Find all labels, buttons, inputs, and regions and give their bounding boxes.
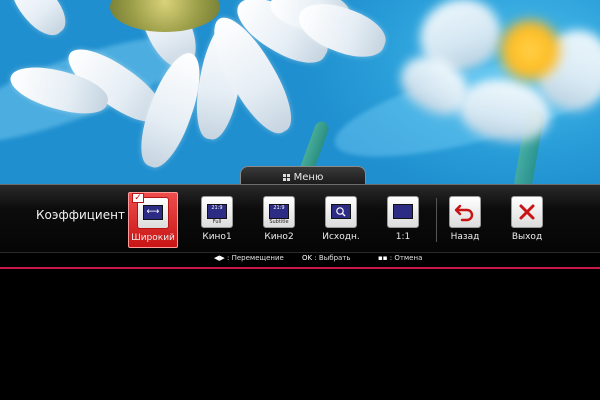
close-x-icon [519,204,535,220]
wallpaper-background [0,0,600,186]
cinema1-aspect-icon: 21:9 [207,204,227,219]
divider [436,198,437,242]
aspect-cinema2-label: Кино2 [264,232,294,242]
aspect-wide-label: Широкий [131,233,175,243]
hint-navigate-text: : Перемещение [227,254,284,262]
aspect-cinema1-button[interactable]: 21:9 Full Кино1 [192,192,242,248]
aspect-cinema2-button[interactable]: 21:9 Subtitle Кино2 [254,192,304,248]
hint-cancel: ▪▪ : Отмена [378,254,422,262]
back-button[interactable]: Назад [440,192,490,248]
exit-button[interactable]: Выход [502,192,552,248]
wide-aspect-icon: ⟷ [143,205,163,220]
original-zoom-icon [331,204,351,219]
hint-select-text: : Выбрать [314,254,351,262]
hint-select: OK : Выбрать [302,254,351,262]
back-arrow-icon [454,204,474,222]
ok-key-label: OK [302,254,313,262]
hint-navigate: ◀▶ : Перемещение [214,254,284,262]
menu-grid-icon [282,173,290,181]
aspect-one-to-one-label: 1:1 [395,232,411,242]
exit-label: Выход [511,232,543,242]
cinema1-ratio-text: 21:9 [211,205,223,211]
back-label: Назад [450,232,480,242]
arrows-icon: ◀▶ [214,254,225,262]
cinema2-ratio-text: 21:9 [273,205,285,211]
aspect-original-button[interactable]: Исходн. [316,192,366,248]
hints-bar [0,252,600,269]
cinema1-sub-text: Full [212,219,222,225]
aspect-cinema1-label: Кино1 [202,232,232,242]
hint-cancel-text: : Отмена [389,254,423,262]
cinema2-sub-text: Subtitle [269,219,289,225]
menu-tab-label: Меню [293,171,324,183]
cinema2-aspect-icon: 21:9 [269,204,289,219]
menu-key-icon: ▪▪ [378,254,388,262]
aspect-original-label: Исходн. [322,232,360,242]
aspect-one-to-one-button[interactable]: 1:1 [378,192,428,248]
checkmark-icon: ✓ [132,193,144,203]
one-to-one-icon [393,204,413,219]
panel-title: Коэффициент [36,208,125,222]
